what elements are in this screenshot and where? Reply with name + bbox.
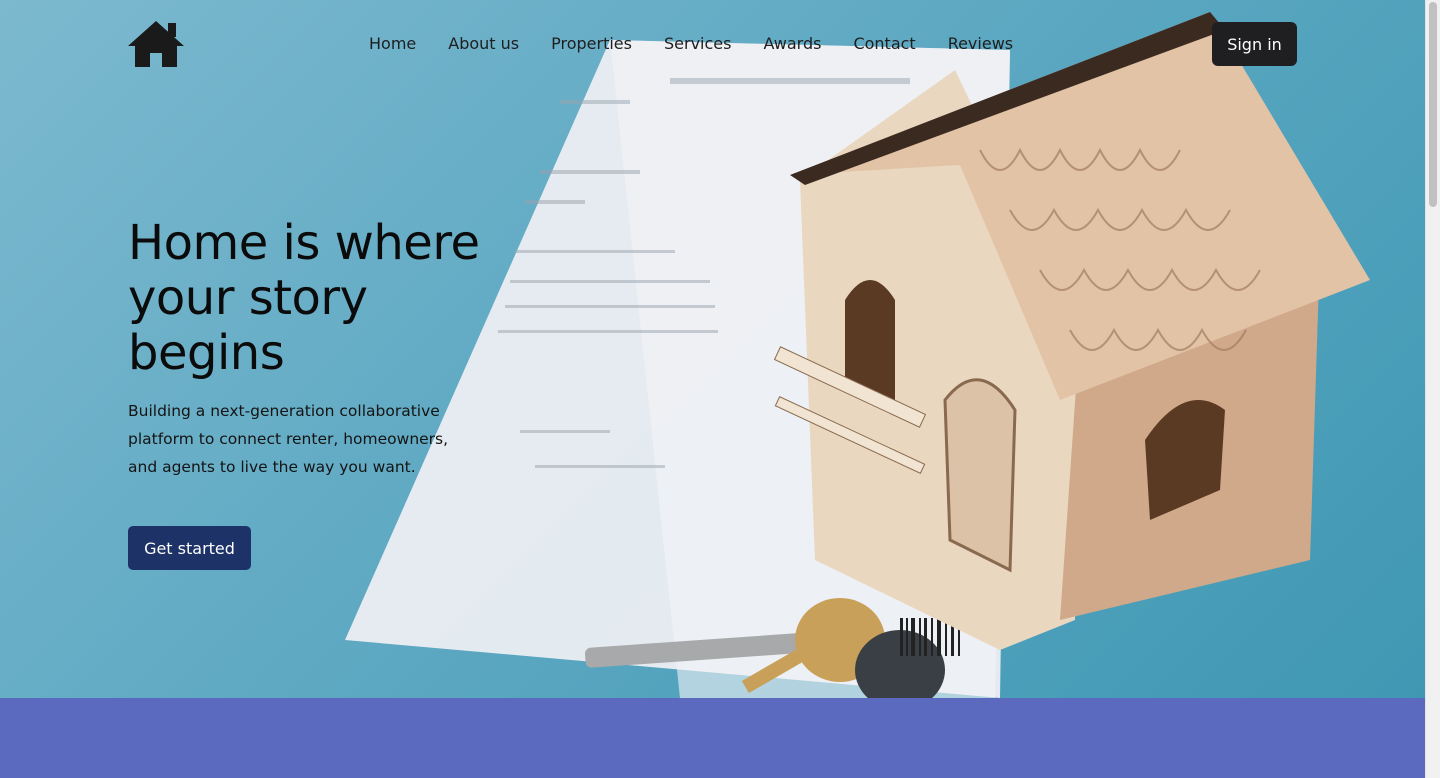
hero-title: Home is where your story begins bbox=[128, 215, 480, 381]
nav-contact[interactable]: Contact bbox=[853, 33, 915, 55]
sign-in-button[interactable]: Sign in bbox=[1212, 22, 1297, 66]
nav-home[interactable]: Home bbox=[369, 33, 416, 55]
nav-reviews[interactable]: Reviews bbox=[948, 33, 1013, 55]
nav-awards[interactable]: Awards bbox=[763, 33, 821, 55]
house-icon[interactable] bbox=[126, 19, 186, 69]
page-scrollbar[interactable] bbox=[1425, 0, 1440, 778]
hero-section: Home About us Properties Services Awards… bbox=[0, 0, 1425, 698]
nav-about-us[interactable]: About us bbox=[448, 33, 519, 55]
scrollbar-thumb[interactable] bbox=[1429, 2, 1437, 207]
main-nav: Home About us Properties Services Awards… bbox=[369, 33, 1013, 55]
get-started-button[interactable]: Get started bbox=[128, 526, 251, 570]
nav-services[interactable]: Services bbox=[664, 33, 731, 55]
next-section bbox=[0, 698, 1425, 778]
hero-subtitle: Building a next-generation collaborative… bbox=[128, 402, 449, 476]
nav-properties[interactable]: Properties bbox=[551, 33, 632, 55]
